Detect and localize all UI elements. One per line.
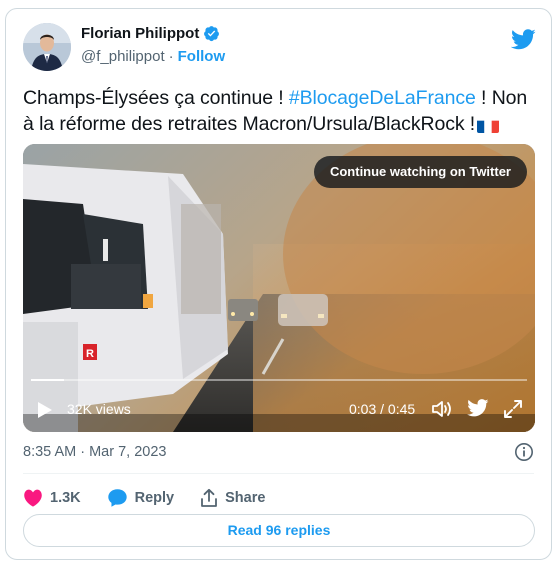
reply-button[interactable]: Reply — [107, 488, 175, 508]
like-button[interactable]: 1.3K — [23, 489, 81, 507]
share-label: Share — [225, 490, 266, 506]
expand-icon — [504, 400, 522, 418]
follow-button[interactable]: Follow — [178, 48, 226, 65]
like-count: 1.3K — [50, 490, 81, 506]
views-count: 32K views — [67, 401, 131, 417]
hashtag-link[interactable]: #BlocageDeLaFrance — [289, 87, 476, 109]
reply-label: Reply — [134, 490, 175, 506]
continue-watching-button[interactable]: Continue watching on Twitter — [313, 156, 527, 188]
divider — [23, 473, 534, 474]
heart-icon — [24, 489, 42, 507]
fullscreen-button[interactable] — [503, 399, 523, 419]
avatar-image — [23, 23, 71, 71]
reply-icon — [107, 489, 127, 507]
video-player[interactable]: R Continue watching on Twitter 32K views… — [23, 144, 535, 432]
twitter-bird-icon — [467, 399, 489, 417]
volume-button[interactable] — [431, 399, 453, 419]
france-flag-icon — [477, 117, 500, 133]
van-logo: R — [86, 348, 94, 360]
play-button[interactable] — [37, 401, 53, 419]
read-replies-button[interactable]: Read 96 replies — [23, 514, 535, 547]
handle-separator: · — [168, 48, 174, 65]
author-name[interactable]: Florian Philippot — [81, 25, 199, 42]
tweet-text: Champs-Élysées ça continue ! #BlocageDeL… — [23, 85, 535, 137]
twitter-bird-icon[interactable] — [511, 29, 536, 50]
tweet-card: Florian Philippot @f_philippot · Follow … — [5, 8, 552, 560]
avatar[interactable] — [23, 23, 71, 71]
verified-badge-icon — [204, 26, 220, 42]
share-button[interactable]: Share — [200, 488, 265, 508]
video-time: 0:03 / 0:45 — [349, 401, 416, 417]
tweet-text-part: Champs-Élysées ça continue ! — [23, 87, 289, 109]
tweet-actions: 1.3K Reply Share — [23, 484, 291, 512]
tweet-timestamp[interactable]: 8:35 AM · Mar 7, 2023 — [23, 444, 166, 460]
video-progress-bar[interactable] — [31, 379, 527, 381]
video-progress-fill — [31, 379, 65, 381]
share-icon — [201, 488, 218, 507]
twitter-logo-button[interactable] — [467, 399, 489, 417]
tweet-header: Florian Philippot @f_philippot · Follow — [23, 21, 536, 71]
info-icon[interactable] — [514, 442, 534, 462]
play-icon — [38, 402, 52, 418]
video-controls: 32K views 0:03 / 0:45 — [23, 396, 535, 422]
volume-icon — [432, 401, 451, 417]
author-handle[interactable]: @f_philippot — [81, 48, 165, 65]
